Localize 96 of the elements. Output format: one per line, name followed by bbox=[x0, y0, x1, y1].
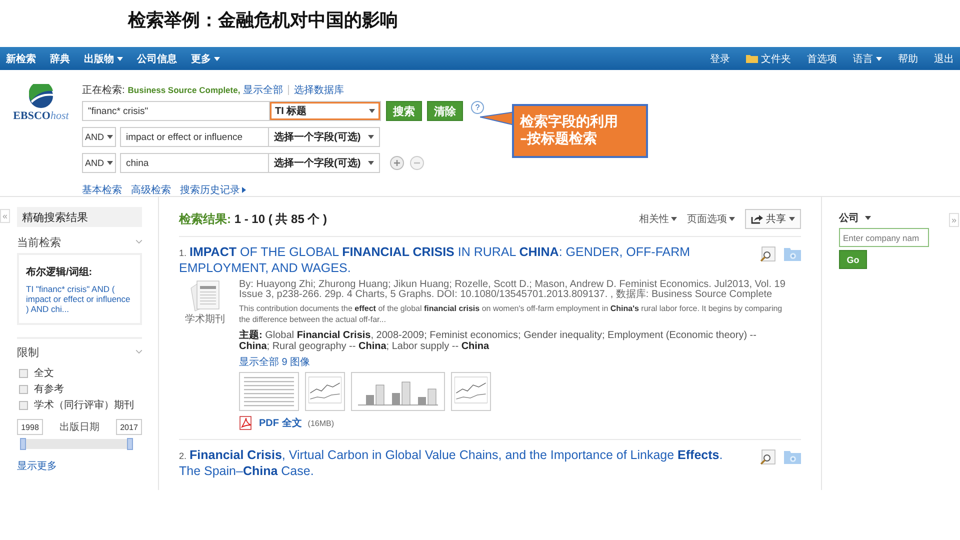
remove-row-icon[interactable] bbox=[410, 156, 424, 170]
checkbox-label: 有参考 bbox=[34, 382, 64, 396]
range-slider[interactable] bbox=[23, 439, 130, 449]
company-field[interactable]: Enter company nam bbox=[839, 228, 929, 247]
nav-link[interactable]: 登录 bbox=[710, 52, 730, 66]
section-heading: 当前检索 bbox=[17, 236, 61, 250]
go-button[interactable]: Go bbox=[839, 250, 867, 269]
date-label: 出版日期 bbox=[60, 420, 100, 434]
caret-icon bbox=[107, 135, 113, 139]
show-more-link[interactable]: 显示更多 bbox=[17, 459, 142, 473]
nav-link[interactable]: 出版物 bbox=[84, 52, 123, 66]
abstract-text: This contribution documents the effect of the global financial crisis on women's off-farm employment in China's rural labor force. It begins by comparing the difference between the actual off-far... bbox=[239, 303, 784, 325]
nav-link[interactable]: 帮助 bbox=[898, 52, 918, 66]
checkbox-label: 全文 bbox=[34, 366, 54, 380]
caret-icon bbox=[729, 217, 735, 221]
caret-icon bbox=[107, 161, 113, 165]
slider-handle[interactable] bbox=[20, 438, 26, 450]
logo-icon bbox=[29, 84, 53, 108]
field-dropdown[interactable]: 选择一个字段(可选) bbox=[269, 154, 379, 172]
field-dropdown[interactable]: TI 标题 bbox=[270, 102, 380, 120]
search-link[interactable]: 搜索历史记录 bbox=[180, 183, 246, 197]
image-thumbnail[interactable] bbox=[239, 372, 299, 411]
sort-menu[interactable]: 相关性 bbox=[639, 212, 677, 226]
checkbox[interactable] bbox=[19, 384, 28, 394]
show-all-link[interactable]: 显示全部 bbox=[243, 82, 284, 96]
share-button[interactable]: 共享 bbox=[745, 209, 801, 229]
year-field[interactable]: 1998 bbox=[17, 419, 43, 435]
document-icon bbox=[188, 280, 222, 312]
caret-icon bbox=[117, 56, 123, 60]
slide-title: 检索举例：金融危机对中国的影响 bbox=[126, 9, 399, 33]
caret-icon bbox=[369, 109, 375, 113]
result-title[interactable]: 2. Financial Crisis, Virtual Carbon in Global Value Chains, and the Importance of Linkage Effects. The Spain–China Case. bbox=[179, 448, 739, 479]
search-button[interactable]: 搜索 bbox=[386, 101, 422, 121]
operator-dropdown[interactable]: AND bbox=[82, 127, 116, 147]
caret-icon bbox=[671, 217, 677, 221]
logo-text: EBSCOhost bbox=[13, 110, 69, 122]
nav-link[interactable]: 语言 bbox=[853, 52, 882, 66]
caret-icon bbox=[876, 56, 882, 60]
search-field[interactable]: impact or effect or influence 选择一个字段(可选) bbox=[120, 127, 380, 147]
search-link[interactable]: 基本检索 bbox=[82, 183, 122, 197]
field-dropdown[interactable]: 选择一个字段(可选) bbox=[269, 128, 379, 146]
checkbox-label: 学术（同行评审）期刊 bbox=[34, 398, 134, 412]
add-to-folder-icon[interactable] bbox=[784, 246, 801, 262]
company-label: 公司 bbox=[839, 212, 859, 225]
checkbox[interactable] bbox=[19, 368, 28, 378]
choose-database-link[interactable]: 选择数据库 bbox=[294, 82, 344, 96]
caret-icon bbox=[865, 216, 871, 220]
pdf-icon bbox=[239, 416, 253, 430]
searching-label: 正在检索: bbox=[82, 84, 125, 96]
section-heading: 限制 bbox=[17, 346, 39, 360]
preview-icon[interactable] bbox=[759, 449, 776, 465]
caret-icon bbox=[214, 56, 220, 60]
caret-icon bbox=[368, 135, 374, 139]
file-size: (16MB) bbox=[308, 418, 334, 428]
year-field[interactable]: 2017 bbox=[116, 419, 142, 435]
share-icon bbox=[751, 214, 763, 224]
nav-link[interactable]: 新检索 bbox=[6, 52, 36, 66]
image-thumbnail[interactable] bbox=[351, 372, 445, 411]
chevron-icon[interactable] bbox=[136, 240, 142, 244]
nav-link[interactable]: 退出 bbox=[934, 52, 954, 66]
image-thumbnail[interactable] bbox=[305, 372, 345, 411]
caret-icon bbox=[789, 217, 795, 221]
page-options-menu[interactable]: 页面选项 bbox=[687, 212, 735, 226]
folder-icon bbox=[746, 54, 758, 63]
nav-link[interactable]: 更多 bbox=[191, 52, 220, 66]
image-thumbnail[interactable] bbox=[451, 372, 491, 411]
nav-link[interactable]: 辞典 bbox=[50, 52, 70, 66]
search-field[interactable]: china 选择一个字段(可选) bbox=[120, 153, 380, 173]
search-link[interactable]: 高级检索 bbox=[131, 183, 171, 197]
document-type-label: 学术期刊 bbox=[185, 312, 225, 326]
results-count: 检索结果: 1 - 10 ( 共 85 个 ) bbox=[179, 210, 328, 228]
nav-link[interactable]: 文件夹 bbox=[746, 52, 791, 66]
result-title[interactable]: 1. IMPACT OF THE GLOBAL FINANCIAL CRISIS IN RURAL CHINA: GENDER, OFF-FARM EMPLOYMENT, AND WAGES. bbox=[179, 245, 739, 276]
nav-link[interactable]: 首选项 bbox=[807, 52, 837, 66]
preview-icon[interactable] bbox=[759, 246, 776, 262]
arrow-icon bbox=[242, 187, 246, 193]
add-row-icon[interactable] bbox=[390, 156, 404, 170]
checkbox[interactable] bbox=[19, 400, 28, 410]
callout: 检索字段的利用 –按标题检索 bbox=[512, 104, 648, 158]
caret-icon bbox=[368, 161, 374, 165]
clear-button[interactable]: 清除 bbox=[427, 101, 463, 121]
citation-text: By: Huayong Zhi; Zhurong Huang; Jikun Huang; Rozelle, Scott D.; Mason, Andrew D. Feminist Economics. Jul2013, Vol. 19 Issue 3, p238-266. 29p. 4 Charts, 5 Graphs. DOI: 10.1080/13545701.2013.809137. , 数据库: Business Source Complete bbox=[239, 280, 786, 300]
panel-title: 精确搜索结果 bbox=[17, 207, 142, 227]
nav-link[interactable]: 公司信息 bbox=[137, 52, 177, 66]
add-to-folder-icon[interactable] bbox=[784, 449, 801, 465]
pdf-full-text-link[interactable]: PDF 全文 bbox=[259, 416, 302, 430]
chevron-icon[interactable] bbox=[136, 350, 142, 354]
subject-terms: 主题: Global Financial Crisis, 2008-2009; Feminist economics; Gender inequality; Employment (Economic theory) -- China; Rural geography -- China; Labor supply -- China bbox=[239, 330, 758, 352]
query-link[interactable]: TI "financ* crisis" AND ( impact or effect or influence ) AND chi... bbox=[26, 284, 133, 314]
operator-dropdown[interactable]: AND bbox=[82, 153, 116, 173]
images-link[interactable]: 显示全部 9 图像 bbox=[239, 355, 789, 369]
database-name: Business Source Complete, bbox=[128, 84, 240, 94]
help-button[interactable]: ? bbox=[471, 101, 484, 114]
search-field[interactable]: "financ* crisis" TI 标题 bbox=[82, 101, 381, 121]
boolean-label: 布尔逻辑/词组: bbox=[26, 266, 94, 279]
slider-handle[interactable] bbox=[127, 438, 133, 450]
